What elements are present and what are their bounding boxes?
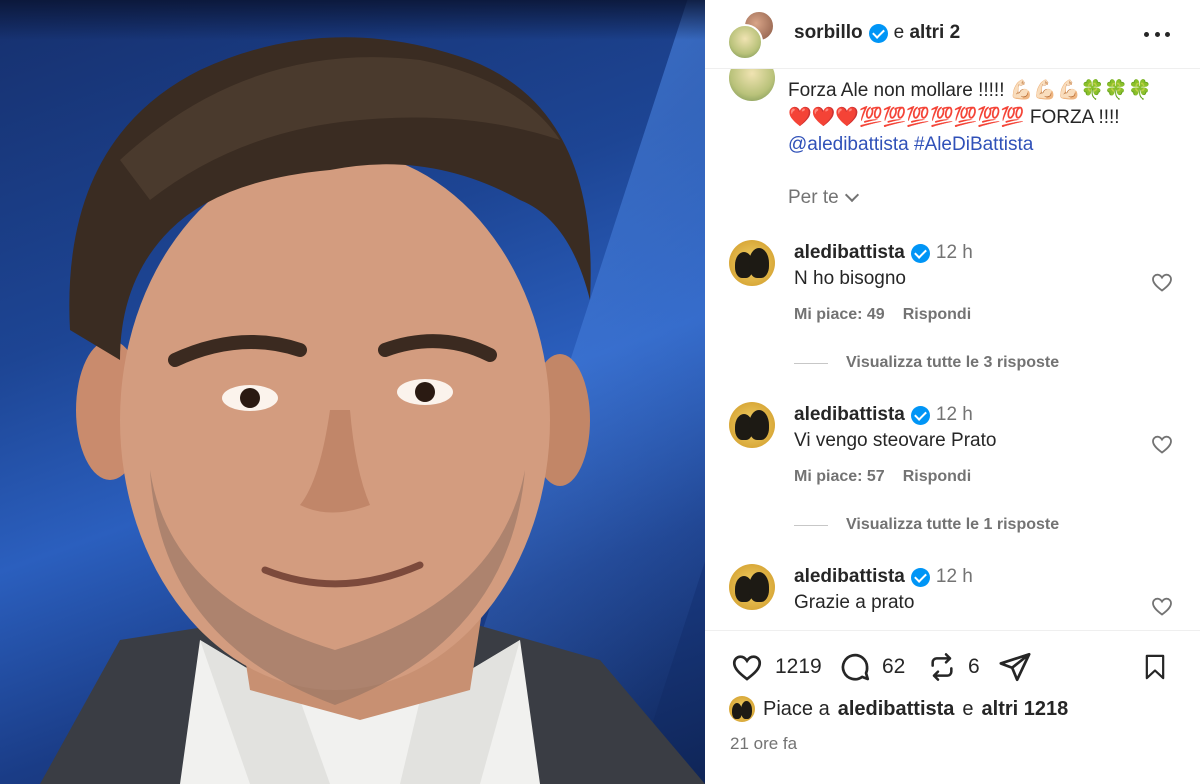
comment-text: Vi vengo steovare Prato — [794, 430, 997, 451]
portrait-illustration — [40, 37, 705, 784]
caption-avatar[interactable] — [729, 69, 775, 101]
verified-icon — [910, 567, 930, 587]
comment-count: 62 — [882, 655, 906, 678]
more-icon[interactable] — [1144, 24, 1170, 44]
comment-sort-dropdown[interactable]: Per te — [788, 187, 859, 209]
view-replies-label: Visualizza tutte le 3 risposte — [846, 354, 1060, 371]
others-count[interactable]: altri 2 — [909, 22, 960, 43]
divider — [794, 362, 828, 364]
author-username[interactable]: sorbillo — [794, 22, 863, 44]
verified-icon — [910, 405, 930, 425]
avatar[interactable] — [729, 402, 775, 448]
comment-meta: Mi piace: 57 Rispondi — [794, 468, 971, 486]
avatar[interactable] — [729, 240, 775, 286]
post-actions: 1219 62 6 — [705, 644, 1200, 692]
verified-icon — [868, 23, 888, 43]
like-count[interactable]: 1219 — [775, 655, 822, 679]
avatar[interactable] — [727, 24, 763, 60]
post-header: sorbillo e altri 2 — [705, 0, 1200, 68]
post-authors: sorbillo e altri 2 — [794, 22, 960, 44]
view-replies-label: Visualizza tutte le 1 risposte — [846, 516, 1060, 533]
comment-time: 12 h — [935, 404, 973, 425]
comment-header: aledibattista 12 h — [794, 566, 973, 588]
sort-label: Per te — [788, 187, 839, 208]
share-button[interactable] — [998, 650, 1032, 684]
comment-meta: Mi piace: 49 Rispondi — [794, 306, 971, 324]
divider — [705, 630, 1200, 631]
divider — [794, 524, 828, 526]
comment-time: 12 h — [935, 566, 973, 587]
collab-avatars[interactable] — [727, 10, 777, 60]
view-replies-button[interactable]: Visualizza tutte le 3 risposte — [794, 354, 1059, 372]
and-word: e — [893, 22, 905, 43]
comment-header: aledibattista 12 h — [794, 404, 973, 426]
comment-icon — [841, 653, 870, 681]
heart-icon[interactable] — [1149, 270, 1175, 294]
repost-icon — [931, 653, 953, 681]
verified-icon — [910, 243, 930, 263]
bookmark-icon — [1145, 654, 1165, 680]
heart-icon[interactable] — [1149, 594, 1175, 618]
liked-by-prefix: Piace a — [763, 697, 830, 720]
comment-likes[interactable]: Mi piace: 57 — [794, 468, 885, 486]
comments-scroll-area[interactable]: Forza Ale non mollare !!!!! 💪🏻💪🏻💪🏻🍀🍀🍀 ❤️… — [705, 69, 1200, 629]
reply-button[interactable]: Rispondi — [903, 468, 971, 486]
post-timestamp[interactable]: 21 ore fa — [730, 734, 797, 754]
comment-button[interactable]: 62 — [838, 650, 905, 684]
view-replies-button[interactable]: Visualizza tutte le 1 risposte — [794, 516, 1059, 534]
post-caption: Forza Ale non mollare !!!!! 💪🏻💪🏻💪🏻🍀🍀🍀 ❤️… — [788, 77, 1188, 158]
comment-likes[interactable]: Mi piace: 49 — [794, 306, 885, 324]
avatar[interactable] — [729, 696, 755, 722]
repost-button[interactable]: 6 — [926, 650, 980, 684]
heart-icon[interactable] — [1149, 432, 1175, 456]
like-button[interactable]: 1219 — [729, 650, 822, 684]
liked-by-others[interactable]: altri 1218 — [982, 698, 1069, 721]
caption-line: Forza Ale non mollare !!!!! 💪🏻💪🏻💪🏻🍀🍀🍀 — [788, 80, 1152, 101]
repost-count: 6 — [968, 655, 980, 678]
comment-text: Grazie a prato — [794, 592, 915, 613]
chevron-down-icon — [844, 187, 859, 203]
comment-username[interactable]: aledibattista — [794, 242, 905, 264]
reply-button[interactable]: Rispondi — [903, 306, 971, 324]
comment-time: 12 h — [935, 242, 973, 263]
save-button[interactable] — [1141, 650, 1169, 684]
liked-by-user[interactable]: aledibattista — [838, 698, 955, 721]
avatar[interactable] — [729, 564, 775, 610]
caption-line: ❤️❤️❤️💯💯💯💯💯💯💯 FORZA !!!! — [788, 107, 1120, 128]
share-icon — [999, 652, 1031, 682]
collab-others[interactable]: e altri 2 — [894, 22, 961, 44]
heart-icon — [732, 655, 762, 681]
post-image[interactable] — [0, 0, 705, 784]
liked-by-and: e — [962, 697, 974, 720]
liked-by[interactable]: Piace a aledibattista e altri 1218 — [729, 696, 1068, 722]
comment-text: N ho bisogno — [794, 268, 906, 289]
comment-header: aledibattista 12 h — [794, 242, 973, 264]
comment-username[interactable]: aledibattista — [794, 566, 905, 588]
caption-tags[interactable]: @aledibattista #AleDiBattista — [788, 131, 1188, 158]
post-side-panel: sorbillo e altri 2 Forza Ale non mollare… — [705, 0, 1200, 784]
comment-username[interactable]: aledibattista — [794, 404, 905, 426]
